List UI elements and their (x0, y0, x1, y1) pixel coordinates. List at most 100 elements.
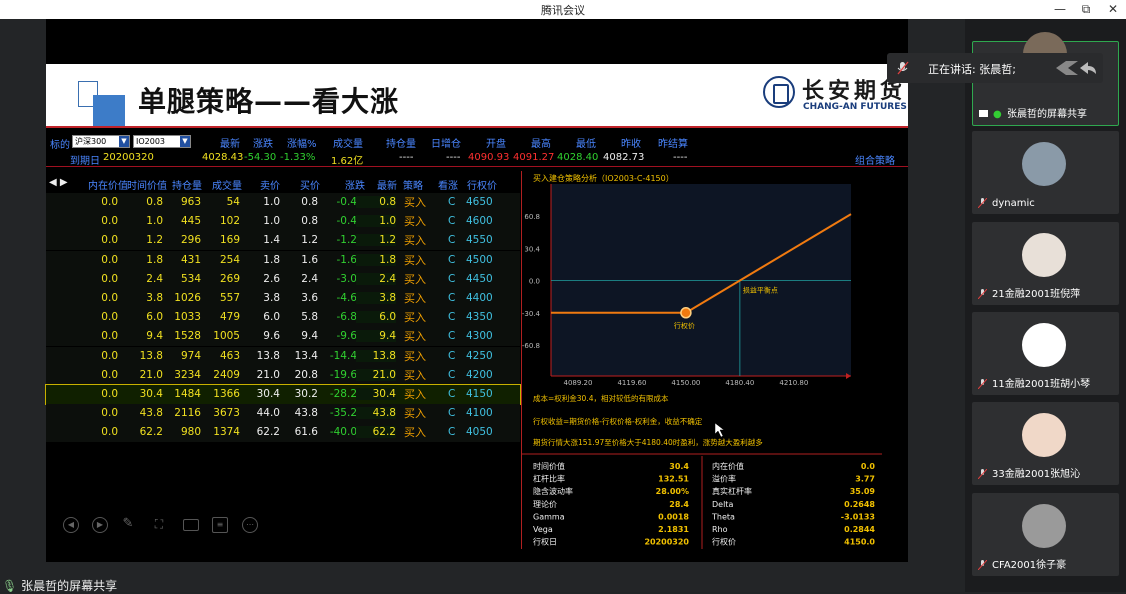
table-row[interactable]: 0.0 9.4 1528 1005 9.6 9.4 -9.6 9.4 买入 C 4300 (46, 327, 520, 347)
table-cell: 1.0 (146, 215, 163, 228)
table-cell: 43.8 (356, 407, 396, 420)
table-row[interactable]: 0.0 3.8 1026 557 3.8 3.6 -4.6 3.8 买入 C 4400 (46, 289, 520, 308)
table-cell: 0.0 (101, 388, 118, 400)
table-cell: 9.6 (263, 330, 280, 343)
table-cell: 1.8 (263, 253, 280, 266)
table-cell: 13.8 (356, 349, 396, 362)
participant-tile[interactable]: 33金融2001张旭沁 (972, 402, 1119, 485)
table-cell: 4200 (466, 368, 493, 381)
quote-header: 最新 (220, 139, 240, 150)
table-cell: 买入 (404, 253, 426, 267)
table-cell: 0.0 (101, 349, 118, 362)
close-button[interactable]: ✕ (1101, 0, 1125, 19)
more-icon[interactable]: ⋯ (242, 517, 258, 533)
column-header[interactable]: 买价 (288, 177, 332, 192)
x-tick-label: 4089.20 (564, 379, 593, 387)
chevron-down-icon: ▼ (180, 136, 190, 147)
breakeven-label: 损益平衡点 (743, 286, 778, 295)
y-tick-label: 30.4 (524, 245, 540, 253)
table-cell: 6.0 (356, 311, 396, 324)
quote-header: 昨收 (621, 139, 641, 150)
table-cell: 1.2 (301, 234, 318, 247)
fullscreen-icon[interactable]: ⛶ (152, 517, 166, 531)
table-row[interactable]: 0.0 30.4 1484 1366 30.4 30.2 -28.2 30.4 买入 C 4150 (45, 384, 521, 405)
table-cell: 4500 (466, 253, 493, 266)
table-cell: 4400 (466, 292, 493, 304)
table-row[interactable]: 0.0 62.2 980 1374 62.2 61.6 -40.0 62.2 买入 C 4050 (46, 423, 520, 443)
table-cell: 4650 (466, 196, 493, 208)
prev-page-icon[interactable]: ◀ (63, 517, 79, 533)
screen-share-icon (979, 110, 988, 117)
table-cell: 62.2 (256, 426, 280, 439)
chevron-down-icon: ▼ (119, 136, 129, 147)
table-cell: 43.8 (294, 407, 318, 420)
pen-icon[interactable]: ✎ (121, 517, 135, 531)
table-cell: 1.8 (146, 253, 163, 266)
table-cell: 44.0 (256, 407, 280, 420)
maximize-button[interactable]: ⧉ (1074, 0, 1098, 19)
table-cell: 3.6 (301, 292, 318, 304)
minimize-button[interactable]: — (1048, 0, 1072, 19)
next-page-icon[interactable]: ▶ (92, 517, 108, 533)
quote-high: 4091.27 (513, 152, 555, 163)
combo-strategy-link[interactable]: 组合策略 (855, 152, 895, 167)
stat-label: Delta (712, 500, 733, 509)
column-header[interactable]: 持仓量 (165, 177, 209, 192)
table-cell: 0.0 (101, 368, 118, 381)
table-row[interactable]: 0.0 1.8 431 254 1.8 1.6 -1.6 1.8 买入 C 4500 (46, 250, 520, 270)
table-row[interactable]: 0.0 1.0 445 102 1.0 0.8 -0.4 1.0 买入 C 4600 (46, 212, 520, 232)
table-cell: 0.0 (101, 234, 118, 247)
stat-label: 真实杠杆率 (712, 486, 752, 496)
table-row[interactable]: 0.0 21.0 3234 2409 21.0 20.8 -19.6 21.0 买入 C 4200 (46, 365, 520, 385)
table-row[interactable]: 0.0 1.2 296 169 1.4 1.2 -1.2 1.2 买入 C 4550 (46, 231, 520, 251)
table-cell: 买入 (404, 426, 426, 440)
y-tick-label: -30.4 (522, 310, 541, 318)
table-cell: 9.4 (356, 330, 396, 343)
table-nav-arrows[interactable]: ◀ ▶ (49, 177, 68, 188)
speaking-indicator: 正在讲话: 张晨哲; (887, 53, 1103, 83)
strategy-analysis-panel: 买入建仓策略分析（IO2003-C-4150） 60.8 30.4 0.0 -30.4 -… (522, 173, 882, 549)
table-cell: 买入 (404, 407, 426, 421)
participant-tile[interactable]: dynamic (972, 131, 1119, 214)
table-row[interactable]: 0.0 6.0 1033 479 6.0 5.8 -6.8 6.0 买入 C 4350 (46, 308, 520, 328)
target-select[interactable]: 沪深300 ▼ (72, 135, 130, 148)
table-row[interactable]: 0.0 43.8 2116 3673 44.0 43.8 -35.2 43.8 买入 C 4100 (46, 404, 520, 424)
strike-point (680, 307, 692, 319)
participant-tile[interactable]: 21金融2001班倪萍 (972, 222, 1119, 305)
stat-value: 28.00% (656, 487, 689, 496)
stat-label: 隐含波动率 (533, 486, 573, 496)
x-tick-label: 4210.80 (779, 379, 808, 387)
header-divider (46, 126, 908, 128)
table-cell: 1.0 (263, 196, 280, 208)
column-header[interactable]: 成交量 (205, 177, 249, 192)
table-cell: 980 (180, 426, 201, 439)
quote-open: 4090.93 (468, 152, 510, 163)
column-header[interactable]: 时间价值 (125, 177, 169, 192)
participant-name: 张晨哲的屏幕共享 (1007, 109, 1087, 120)
strike-label: 行权价 (674, 321, 695, 330)
table-cell: C (448, 272, 456, 285)
column-header[interactable]: 行权价 (460, 177, 504, 192)
table-row[interactable]: 0.0 2.4 534 269 2.6 2.4 -3.0 2.4 买入 C 4450 (46, 269, 520, 289)
screen-icon[interactable] (183, 519, 199, 531)
mic-muted-icon (897, 61, 909, 75)
column-header[interactable]: 卖价 (248, 177, 292, 192)
quote-last: 4028.43 (202, 152, 244, 163)
participant-tile[interactable]: CFA2001徐子豪 (972, 493, 1119, 576)
participant-tile[interactable]: 11金融2001班胡小琴 (972, 312, 1119, 395)
table-row[interactable]: 0.0 13.8 974 463 13.8 13.4 -14.4 13.8 买入 C 4250 (46, 346, 520, 366)
table-cell: 963 (180, 196, 201, 208)
table-cell: 2.6 (263, 272, 280, 285)
stat-value: 132.51 (658, 475, 689, 484)
column-header[interactable]: 内在价值 (86, 177, 130, 192)
comment-icon[interactable]: ≡ (212, 517, 228, 533)
table-cell: 4100 (466, 407, 493, 420)
reply-icon[interactable] (1050, 58, 1098, 78)
table-cell: 13.8 (256, 349, 280, 362)
x-tick-label: 4180.40 (725, 379, 754, 387)
contract-select[interactable]: IO2003 ▼ (133, 135, 191, 148)
logo-text-en: CHANG-AN FUTURES (803, 102, 907, 112)
stat-value: 20200320 (644, 538, 689, 547)
table-row[interactable]: 0.0 0.8 963 54 1.0 0.8 -0.4 0.8 买入 C 4650 (46, 193, 520, 212)
table-cell: 0.0 (101, 292, 118, 304)
